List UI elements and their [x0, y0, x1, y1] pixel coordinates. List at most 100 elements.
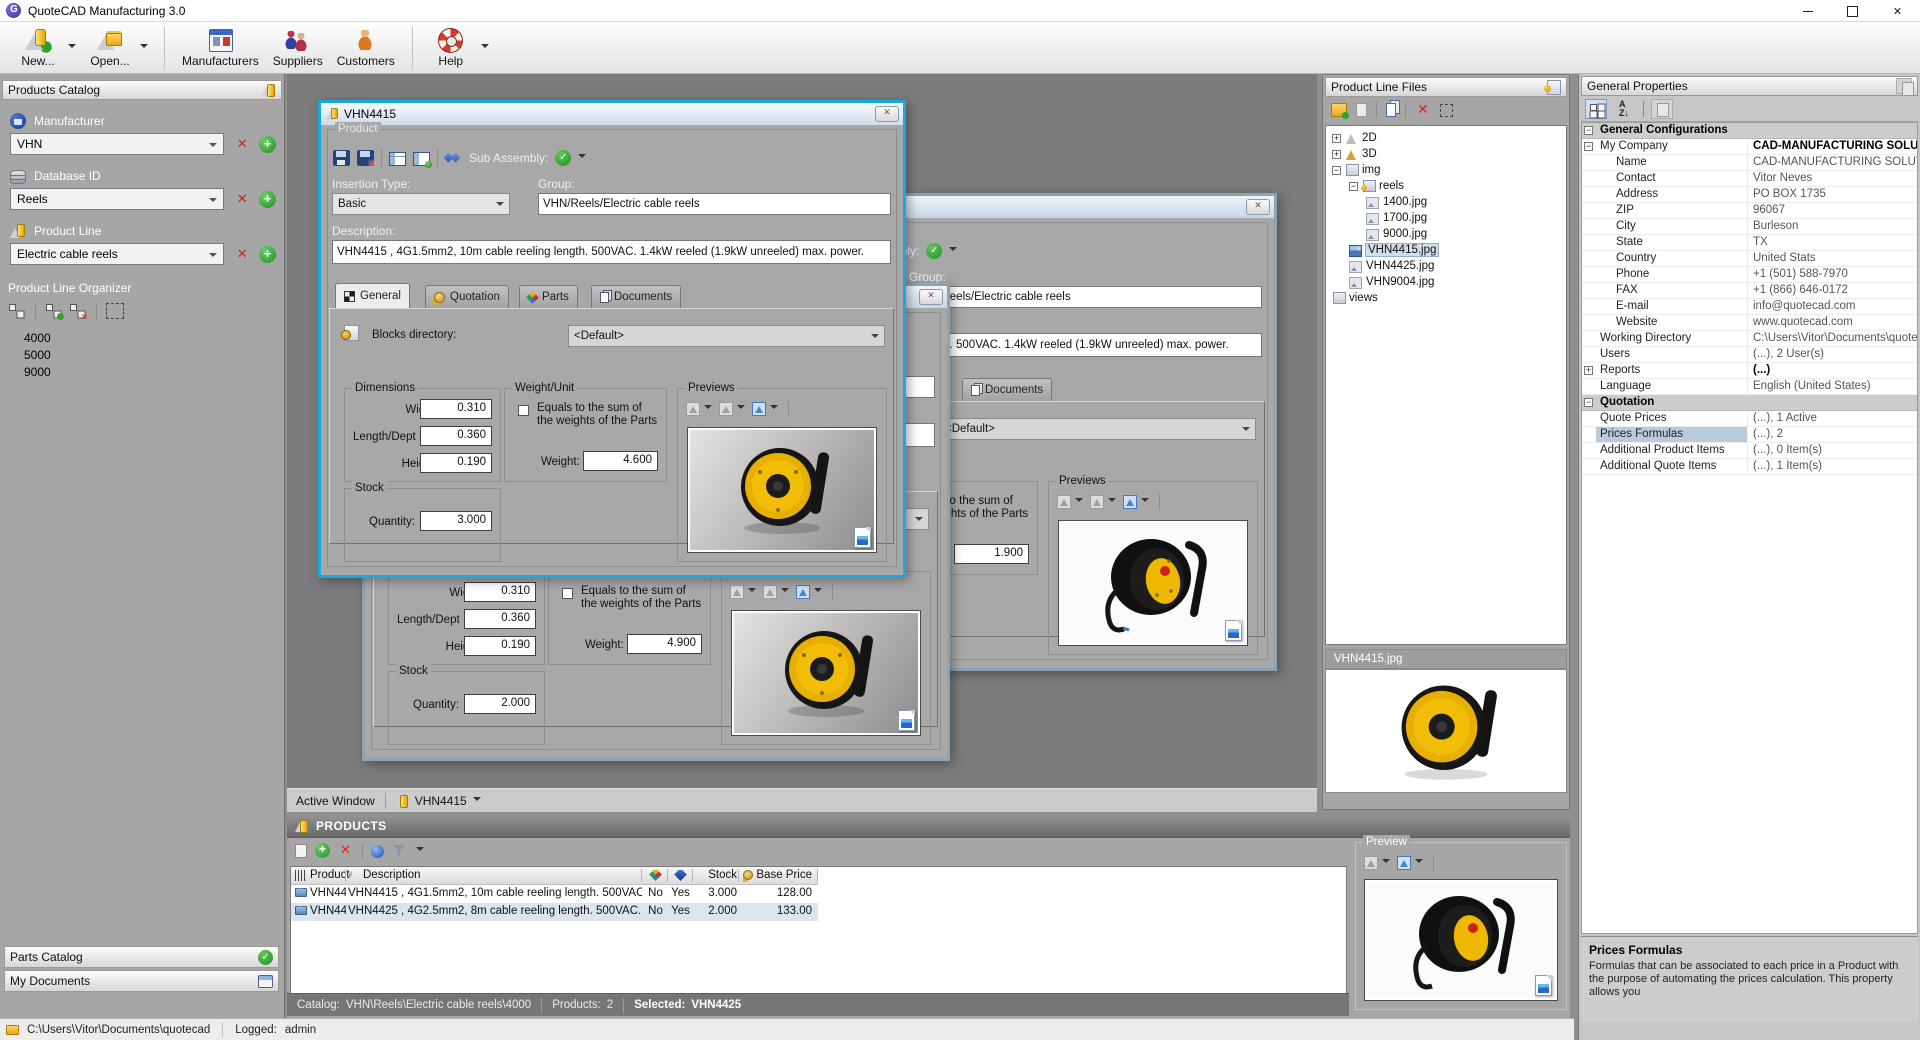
length-field[interactable]: 0.360	[420, 426, 492, 446]
organizer-select-icon[interactable]	[106, 303, 124, 319]
toolbar-button[interactable]: Help	[423, 24, 479, 72]
add-icon[interactable]: +	[259, 191, 276, 208]
filter-icon[interactable]	[392, 843, 408, 858]
property-row[interactable]: Language English (United States)	[1582, 379, 1917, 395]
maximize-icon[interactable]	[1830, 0, 1875, 22]
property-row[interactable]: − General Configurations	[1582, 123, 1917, 139]
organizer-delete-icon[interactable]	[69, 303, 87, 319]
preview-image-icon[interactable]	[752, 402, 766, 416]
product-row[interactable]: VHN4425 VHN4425 , 4G2.5mm2, 8m cable ree…	[291, 903, 818, 921]
close-icon[interactable]	[1875, 0, 1920, 22]
save-close-icon[interactable]	[357, 150, 374, 166]
organizer-add-icon[interactable]	[45, 303, 63, 319]
dropdown-caret-icon[interactable]	[140, 44, 148, 52]
property-row[interactable]: Address PO BOX 1735	[1582, 187, 1917, 203]
tree-item[interactable]: − reels	[1326, 178, 1566, 194]
organizer-tree-icon[interactable]	[8, 303, 26, 319]
property-row[interactable]: Country United Stats	[1582, 251, 1917, 267]
copy-icon[interactable]	[1386, 103, 1396, 117]
product-row[interactable]: VHN4415 VHN4415 , 4G1.5mm2, 10m cable re…	[291, 885, 1346, 903]
column-base-price[interactable]: Base Price	[739, 869, 812, 881]
tree-item[interactable]: + 3D	[1326, 146, 1566, 162]
field-combo[interactable]: VHN	[10, 133, 224, 155]
add-icon[interactable]: +	[259, 136, 276, 153]
tree-item[interactable]: 4000	[24, 329, 284, 346]
delete-icon[interactable]	[1415, 103, 1431, 117]
tree-item[interactable]: 5000	[24, 346, 284, 363]
filter-caret-icon[interactable]	[416, 847, 424, 855]
dropdown-caret-icon[interactable]	[68, 44, 76, 52]
preview-2d-icon[interactable]	[1057, 495, 1071, 509]
property-row[interactable]: + Reports (...)	[1582, 363, 1917, 379]
tree-item[interactable]: − img	[1326, 162, 1566, 178]
active-window-value[interactable]: VHN4415	[415, 794, 467, 808]
weight-sum-checkbox[interactable]	[562, 588, 573, 599]
select-icon[interactable]	[1440, 104, 1453, 117]
width-field[interactable]: 0.310	[420, 399, 492, 419]
property-row[interactable]: Working Directory C:\Users\Vitor\Documen…	[1582, 331, 1917, 347]
tree-item[interactable]: 9000.jpg	[1326, 226, 1566, 242]
property-row[interactable]: Quote Prices (...), 1 Active	[1582, 411, 1917, 427]
weight-sum-checkbox[interactable]	[518, 405, 529, 416]
insertion-type-combo[interactable]: Basic	[332, 193, 510, 215]
preview-3d-icon[interactable]	[1090, 495, 1104, 509]
add-product-icon[interactable]	[315, 843, 330, 858]
tab-documents[interactable]: Documents	[962, 378, 1052, 401]
length-field[interactable]: 0.360	[464, 609, 536, 629]
close-icon[interactable]	[875, 106, 899, 122]
tree-item[interactable]: + 2D	[1326, 130, 1566, 146]
column-product[interactable]: Product	[310, 869, 350, 881]
property-row[interactable]: Phone +1 (501) 588-7970	[1582, 267, 1917, 283]
remove-icon[interactable]: ✕	[234, 191, 250, 207]
tree-item[interactable]: 1700.jpg	[1326, 210, 1566, 226]
toolbar-button[interactable]: Manufacturers	[175, 24, 266, 72]
close-icon[interactable]	[1246, 199, 1270, 215]
property-row[interactable]: Prices Formulas (...), 2	[1582, 427, 1917, 443]
form-view-icon[interactable]	[413, 152, 430, 166]
subassembly-column-icon[interactable]	[674, 870, 687, 881]
property-row[interactable]: State TX	[1582, 235, 1917, 251]
group-field[interactable]: VHN/Reels/Electric cable reels	[909, 286, 1262, 308]
preview-3d-icon[interactable]	[719, 402, 733, 416]
preview-3d-icon[interactable]	[763, 585, 777, 599]
tab-parts[interactable]: Parts	[519, 285, 578, 308]
image-viewer-header[interactable]: VHN4415.jpg	[1325, 649, 1567, 669]
dropdown-caret-icon[interactable]	[473, 797, 481, 805]
field-combo[interactable]: Electric cable reels	[10, 243, 224, 265]
tree-item[interactable]: VHN4415.jpg	[1326, 242, 1566, 258]
toolbar-button[interactable]: New...	[10, 24, 66, 72]
property-row[interactable]: − Quotation	[1582, 395, 1917, 411]
close-icon[interactable]	[919, 289, 943, 305]
parts-catalog-bar[interactable]: Parts Catalog	[2, 944, 281, 966]
blocks-directory-combo[interactable]: <Default>	[568, 325, 885, 347]
tree-item[interactable]: VHN9004.jpg	[1326, 274, 1566, 290]
minimize-icon[interactable]	[1785, 0, 1830, 22]
subassembly-status-icon[interactable]	[555, 150, 571, 166]
blocks-directory-combo[interactable]: <Default>	[939, 418, 1256, 440]
toolbar-button[interactable]: Customers	[330, 24, 402, 72]
column-description[interactable]: Description	[363, 869, 421, 881]
property-pages-icon[interactable]	[1651, 99, 1673, 119]
property-row[interactable]: Additional Quote Items (...), 1 Item(s)	[1582, 459, 1917, 475]
property-row[interactable]: FAX +1 (866) 646-0172	[1582, 283, 1917, 299]
list-view-icon[interactable]	[389, 152, 406, 166]
tree-item[interactable]: 9000	[24, 363, 284, 380]
remove-icon[interactable]: ✕	[234, 246, 250, 262]
description-field[interactable]: VHN4415 , 4G1.5mm2, 10m cable reeling le…	[332, 240, 891, 264]
tab-general[interactable]: General	[335, 283, 410, 308]
toolbar-button[interactable]: Suppliers	[266, 24, 330, 72]
remove-icon[interactable]: ✕	[234, 136, 250, 152]
my-documents-bar[interactable]: My Documents	[2, 968, 281, 990]
property-row[interactable]: Contact Vitor Neves	[1582, 171, 1917, 187]
property-row[interactable]: E-mail info@quotecad.com	[1582, 299, 1917, 315]
add-folder-icon[interactable]	[1331, 103, 1347, 117]
preview-image-icon[interactable]	[1397, 856, 1411, 870]
column-stock[interactable]: Stock	[689, 869, 737, 881]
categorized-view-icon[interactable]	[1585, 99, 1607, 119]
sort-az-icon[interactable]	[1614, 99, 1636, 119]
property-row[interactable]: Additional Product Items (...), 0 Item(s…	[1582, 443, 1917, 459]
preview-2d-icon[interactable]	[1364, 856, 1378, 870]
dropdown-caret-icon[interactable]	[578, 154, 586, 162]
tab-quotation[interactable]: Quotation	[425, 285, 509, 308]
dropdown-caret-icon[interactable]	[481, 44, 489, 52]
